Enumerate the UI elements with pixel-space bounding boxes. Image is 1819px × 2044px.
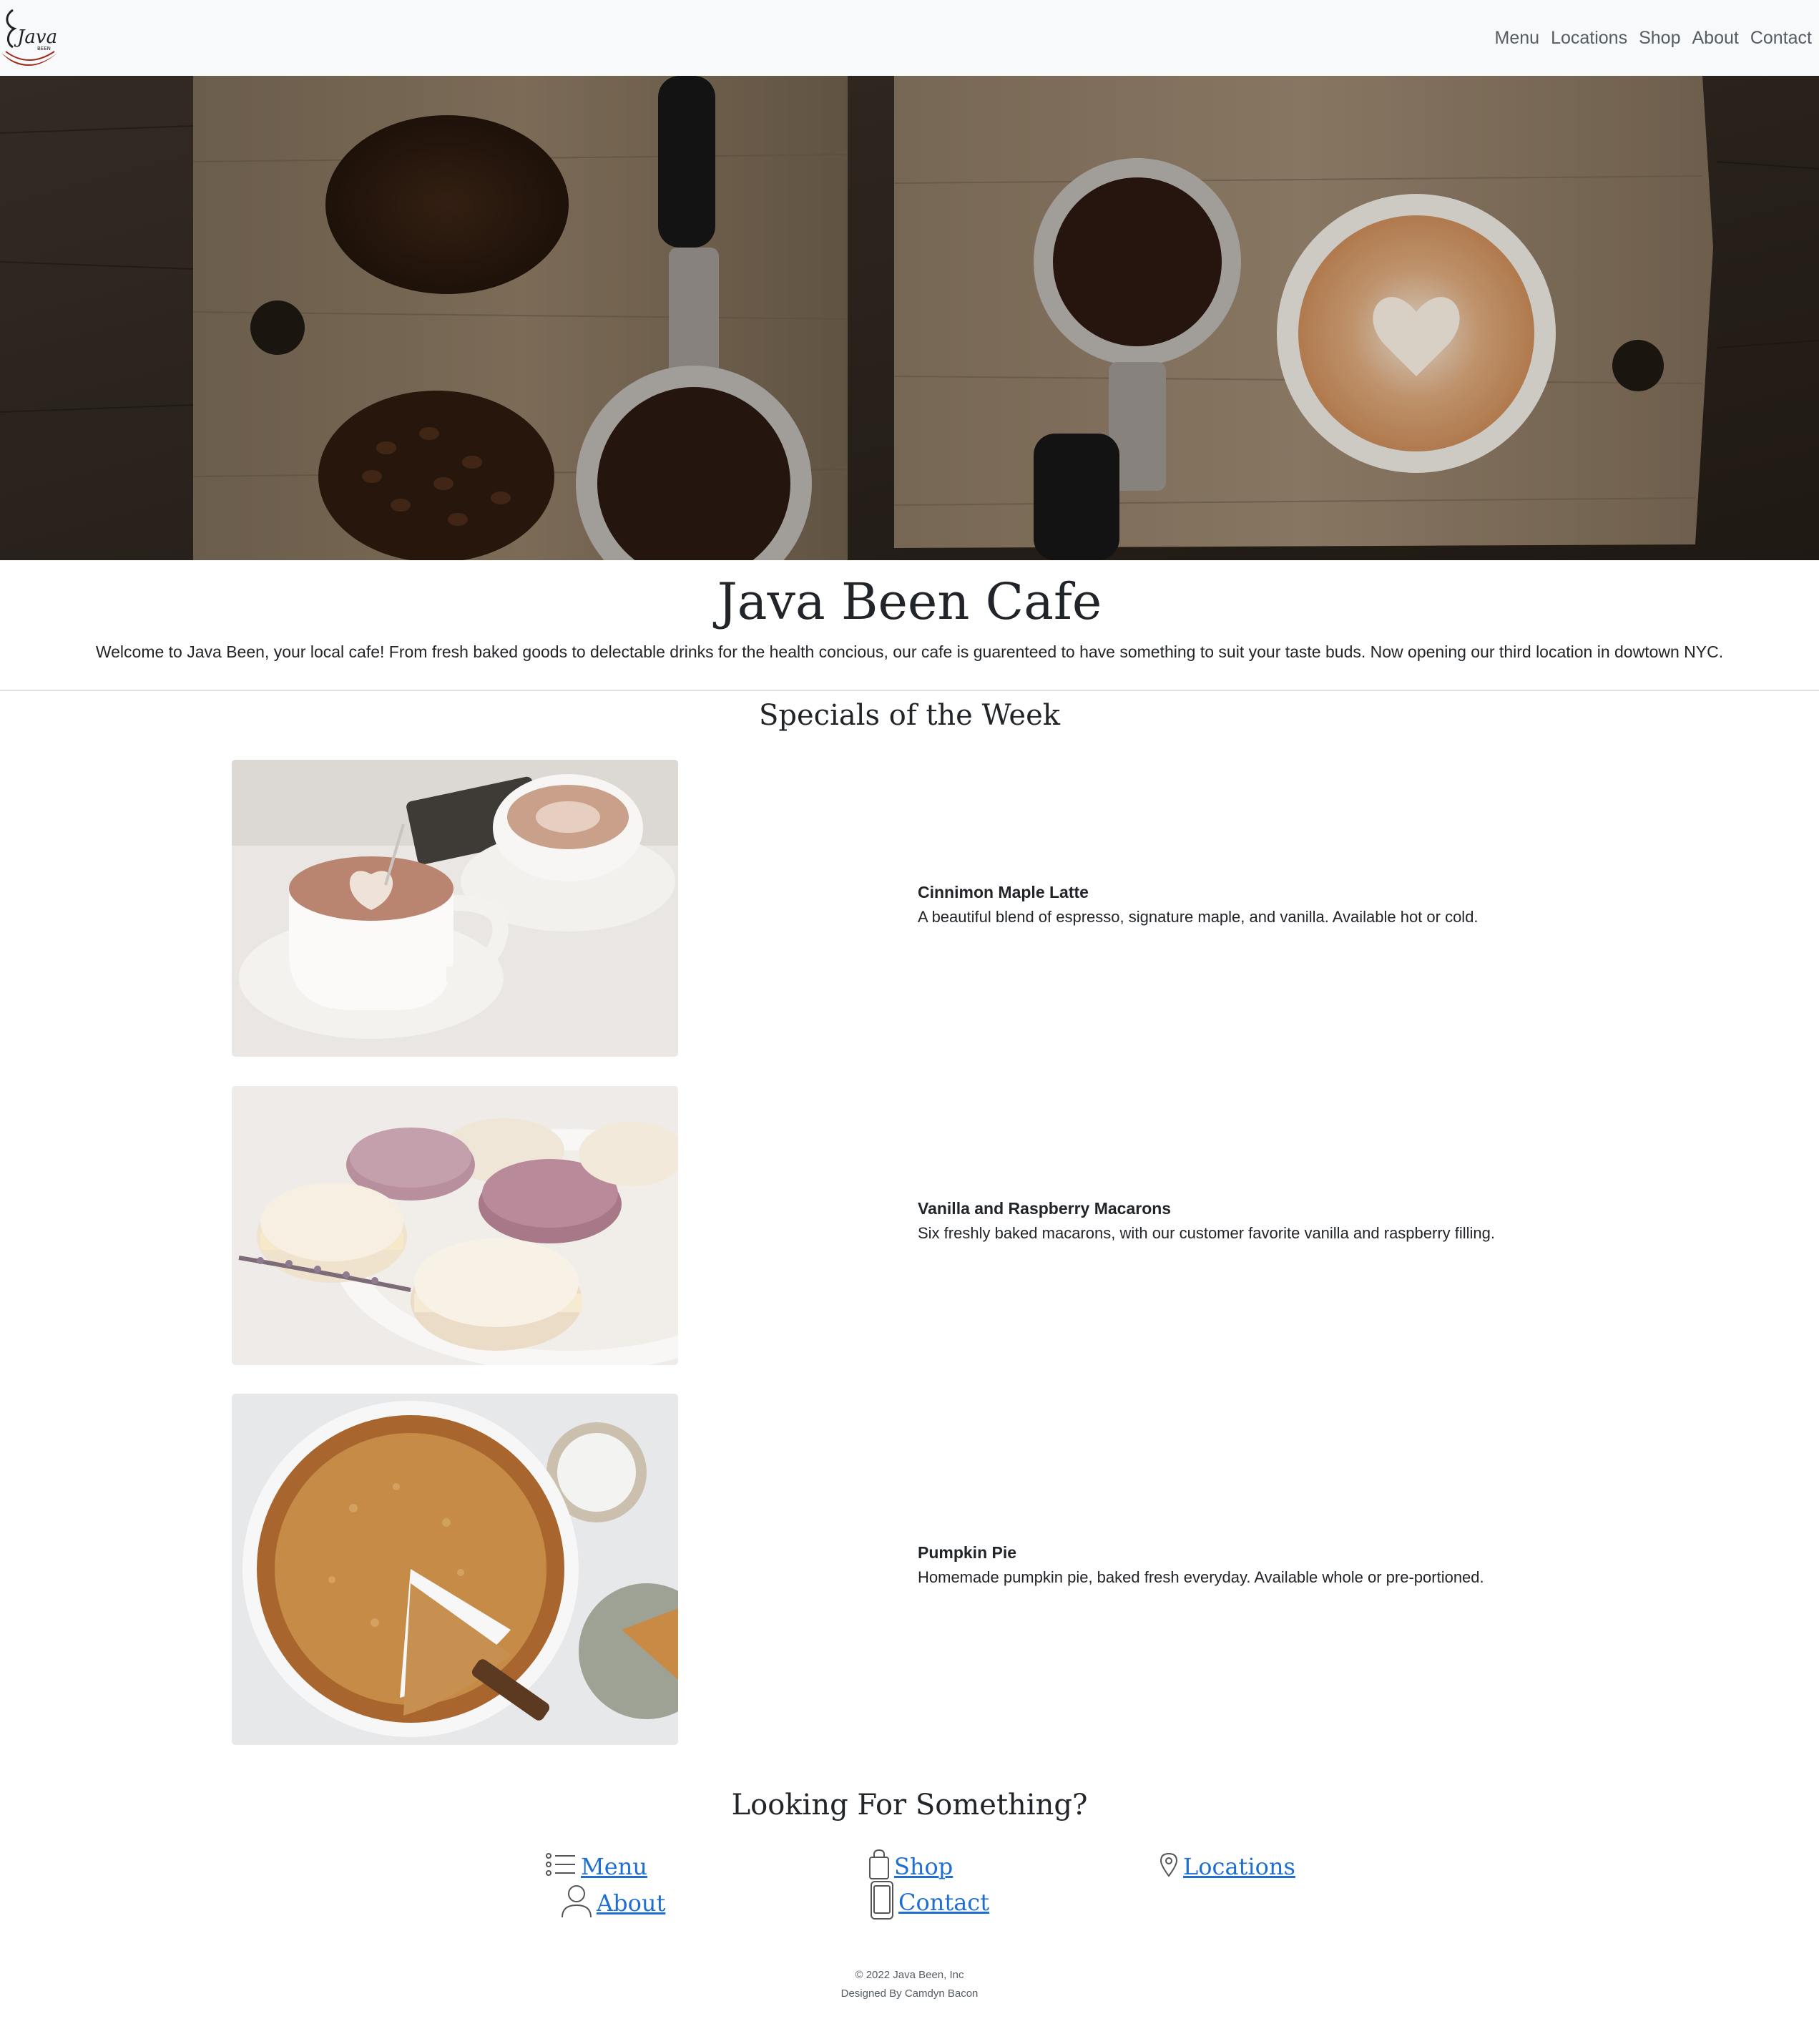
logo-wordmark: Java (14, 26, 57, 48)
footer-credit: Designed By Camdyn Bacon (840, 1987, 979, 2000)
intro-text: Welcome to Java Been, your local cafe! F… (95, 642, 1724, 661)
special-item-macarons: Vanilla and Raspberry Macarons Six fresh… (918, 1199, 1633, 1243)
macarons-image (232, 1086, 678, 1365)
map-pin-icon (1159, 1852, 1179, 1881)
nav-links: Menu Locations Shop About Contact (1484, 0, 1812, 76)
nav-link-menu[interactable]: Menu (1495, 28, 1540, 49)
navbar: Java BEEN Menu Locations Shop About Cont… (0, 0, 1819, 76)
pumpkin-pie-image (232, 1394, 678, 1745)
nav-link-shop[interactable]: Shop (1639, 28, 1680, 49)
quick-link-locations[interactable]: Locations (1159, 1852, 1295, 1881)
shopping-bag-icon (868, 1849, 890, 1884)
quick-link-label[interactable]: Menu (581, 1853, 647, 1880)
nav-link-locations[interactable]: Locations (1551, 28, 1627, 49)
special-description: Homemade pumpkin pie, baked fresh everyd… (918, 1568, 1484, 1586)
quick-link-menu[interactable]: Menu (545, 1852, 647, 1881)
logo-subtext: BEEN (37, 46, 51, 52)
quick-links-title: Looking For Something? (731, 1789, 1088, 1821)
person-icon (561, 1884, 592, 1922)
special-item-pumpkin-pie: Pumpkin Pie Homemade pumpkin pie, baked … (918, 1543, 1633, 1587)
nav-link-about[interactable]: About (1692, 28, 1738, 49)
list-icon (545, 1852, 577, 1881)
footer-copyright: © 2022 Java Been, Inc (855, 1969, 964, 1981)
quick-link-shop[interactable]: Shop (868, 1849, 953, 1884)
quick-link-about[interactable]: About (561, 1884, 665, 1922)
special-name: Pumpkin Pie (918, 1543, 1017, 1562)
hero-image (0, 76, 1819, 560)
phone-icon (870, 1880, 894, 1924)
special-description: A beautiful blend of espresso, signature… (918, 908, 1479, 926)
latte-image (232, 760, 678, 1057)
quick-link-label[interactable]: About (597, 1889, 665, 1917)
quick-link-label[interactable]: Contact (898, 1889, 989, 1916)
special-description: Six freshly baked macarons, with our cus… (918, 1224, 1496, 1242)
quick-link-label[interactable]: Locations (1183, 1853, 1295, 1880)
special-item-latte: Cinnimon Maple Latte A beautiful blend o… (918, 883, 1633, 926)
quick-link-label[interactable]: Shop (894, 1853, 953, 1880)
specials-title: Specials of the Week (758, 699, 1060, 732)
java-been-logo[interactable]: Java BEEN (0, 6, 60, 69)
special-name: Cinnimon Maple Latte (918, 883, 1089, 901)
nav-link-contact[interactable]: Contact (1750, 28, 1812, 49)
section-divider (0, 690, 1819, 691)
special-name: Vanilla and Raspberry Macarons (918, 1199, 1172, 1218)
quick-link-contact[interactable]: Contact (870, 1880, 989, 1924)
page-title: Java Been Cafe (717, 572, 1102, 631)
